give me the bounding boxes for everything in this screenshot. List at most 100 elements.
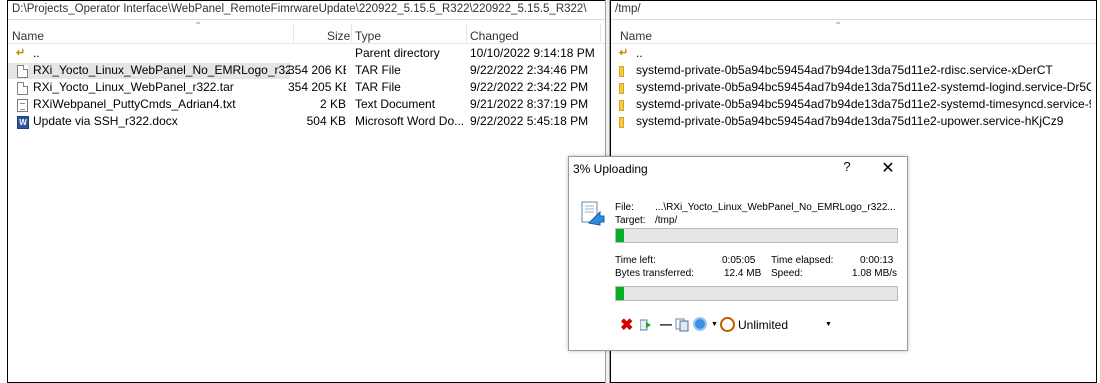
file-progress-fill: [616, 229, 625, 242]
chevron-down-icon[interactable]: ▼: [825, 321, 832, 328]
queue-icon[interactable]: [675, 318, 689, 332]
file-changed: 9/22/2022 2:34:46 PM: [470, 63, 589, 77]
file-type: Parent directory: [355, 46, 440, 60]
file-changed: 9/21/2022 8:37:19 PM: [470, 97, 589, 111]
sort-up-icon: ⌃: [834, 21, 843, 32]
file-row[interactable]: ↵ .. Parent directory 10/10/2022 9:14:18…: [8, 44, 608, 61]
minimize-icon[interactable]: —: [660, 317, 672, 331]
column-name[interactable]: Name: [12, 29, 44, 43]
speed-limit-dropdown[interactable]: Unlimited: [738, 318, 788, 332]
file-label: File:: [615, 202, 634, 213]
target-value: /tmp/: [655, 215, 678, 226]
file-size: 2 KB: [319, 97, 346, 111]
file-value: ...\RXi_Yocto_Linux_WebPanel_No_EMRLogo_…: [655, 202, 896, 213]
total-progress-bar: [615, 286, 898, 301]
file-changed: 9/22/2022 5:45:18 PM: [470, 114, 589, 128]
file-icon: [17, 65, 28, 78]
file-name: ..: [33, 46, 40, 60]
upload-transfer-icon: [581, 201, 605, 226]
file-type: TAR File: [355, 63, 401, 77]
folder-icon: [619, 100, 624, 111]
file-progress-bar: [615, 228, 898, 243]
local-column-header: Name ⌃ Size Type Changed: [8, 20, 608, 44]
speed-label: Speed:: [771, 268, 803, 279]
file-size: 354 206 KB: [288, 63, 346, 77]
file-type: TAR File: [355, 80, 401, 94]
file-row[interactable]: systemd-private-0b5a94bc59454ad7b94de13d…: [611, 112, 1096, 129]
file-name: ..: [636, 46, 643, 60]
text-file-icon: [17, 99, 28, 112]
file-name: RXiWebpanel_PuttyCmds_Adrian4.txt: [33, 97, 236, 111]
file-name-cell: ↵ ..: [611, 46, 1091, 62]
file-changed: 10/10/2022 9:14:18 PM: [470, 46, 595, 60]
parent-dir-icon: ↵: [16, 47, 26, 59]
file-row[interactable]: systemd-private-0b5a94bc59454ad7b94de13d…: [611, 61, 1096, 78]
time-elapsed-value: 0:00:13: [860, 255, 894, 266]
file-row[interactable]: RXiWebpanel_PuttyCmds_Adrian4.txt 2 KB T…: [8, 95, 608, 112]
column-divider[interactable]: [600, 24, 601, 42]
file-name: systemd-private-0b5a94bc59454ad7b94de13d…: [636, 63, 1053, 77]
file-type: Text Document: [355, 97, 436, 111]
file-row[interactable]: W Update via SSH_r322.docx 504 KB Micros…: [8, 112, 608, 129]
file-name-cell: W Update via SSH_r322.docx: [8, 114, 288, 130]
file-row[interactable]: RXi_Yocto_Linux_WebPanel_No_EMRLogo_r322…: [8, 61, 608, 79]
column-divider[interactable]: [293, 24, 294, 42]
file-row[interactable]: ↵ ..: [611, 44, 1096, 61]
total-progress-fill: [616, 287, 625, 300]
file-row[interactable]: RXi_Yocto_Linux_WebPanel_r322.tar 354 20…: [8, 78, 608, 95]
file-row[interactable]: systemd-private-0b5a94bc59454ad7b94de13d…: [611, 78, 1096, 95]
close-button[interactable]: ✕: [877, 158, 899, 178]
column-changed[interactable]: Changed: [470, 29, 519, 43]
folder-icon: [619, 83, 624, 94]
folder-icon: [619, 117, 624, 128]
parent-dir-icon: ↵: [619, 47, 629, 59]
file-size: 504 KB: [306, 114, 346, 128]
file-name-cell: RXi_Yocto_Linux_WebPanel_r322.tar: [8, 80, 288, 96]
file-size: 354 205 KB: [288, 80, 346, 94]
file-name-cell: systemd-private-0b5a94bc59454ad7b94de13d…: [611, 80, 1091, 96]
transfer-settings-icon[interactable]: [693, 317, 707, 331]
file-name-cell: systemd-private-0b5a94bc59454ad7b94de13d…: [611, 63, 1091, 79]
upload-progress-dialog: 3% Uploading ? ✕ File: ...\RXi_Yocto_Lin…: [568, 156, 908, 351]
column-size[interactable]: Size: [327, 29, 350, 43]
file-name-cell: ↵ ..: [8, 46, 288, 62]
file-name-cell: systemd-private-0b5a94bc59454ad7b94de13d…: [611, 114, 1091, 130]
cancel-icon[interactable]: ✖: [620, 315, 633, 335]
file-row[interactable]: systemd-private-0b5a94bc59454ad7b94de13d…: [611, 95, 1096, 112]
target-label: Target:: [615, 215, 646, 226]
time-left-label: Time left:: [615, 255, 656, 266]
file-icon: [17, 82, 28, 95]
file-name: RXi_Yocto_Linux_WebPanel_No_EMRLogo_r322…: [33, 63, 290, 77]
chevron-down-icon[interactable]: ▼: [711, 321, 718, 328]
column-divider[interactable]: [351, 24, 352, 42]
file-name: systemd-private-0b5a94bc59454ad7b94de13d…: [636, 80, 1091, 94]
sort-up-icon: ⌃: [194, 21, 203, 32]
file-name: systemd-private-0b5a94bc59454ad7b94de13d…: [636, 114, 1064, 128]
file-type: Microsoft Word Do...: [355, 114, 463, 128]
column-divider[interactable]: [466, 24, 467, 42]
word-file-icon: W: [17, 116, 29, 129]
file-name: systemd-private-0b5a94bc59454ad7b94de13d…: [636, 97, 1091, 111]
file-changed: 9/22/2022 2:34:22 PM: [470, 80, 589, 94]
remote-path-bar[interactable]: /tmp/: [611, 1, 1096, 20]
file-name: RXi_Yocto_Linux_WebPanel_r322.tar: [33, 80, 234, 94]
bytes-transferred-value: 12.4 MB: [724, 268, 762, 279]
column-type[interactable]: Type: [355, 29, 381, 43]
dialog-title: 3% Uploading: [573, 162, 648, 176]
time-elapsed-label: Time elapsed:: [771, 255, 834, 266]
speed-value: 1.08 MB/s: [852, 268, 898, 279]
help-button[interactable]: ?: [837, 159, 857, 174]
time-left-value: 0:05:05: [722, 255, 756, 266]
remote-column-header: Name ⌃: [611, 20, 1096, 44]
file-name-cell: RXiWebpanel_PuttyCmds_Adrian4.txt: [8, 97, 288, 113]
file-name: Update via SSH_r322.docx: [33, 114, 178, 128]
local-path-bar[interactable]: D:\Projects_Operator Interface\WebPanel_…: [8, 1, 608, 20]
column-name[interactable]: Name: [620, 29, 652, 43]
file-name-cell: RXi_Yocto_Linux_WebPanel_No_EMRLogo_r322…: [8, 63, 290, 79]
speed-limit-icon[interactable]: [720, 317, 735, 332]
file-name-cell: systemd-private-0b5a94bc59454ad7b94de13d…: [611, 97, 1091, 113]
folder-icon: [619, 66, 624, 77]
bytes-transferred-label: Bytes transferred:: [615, 268, 694, 279]
local-file-panel: D:\Projects_Operator Interface\WebPanel_…: [7, 0, 608, 383]
skip-file-icon[interactable]: [640, 319, 652, 331]
